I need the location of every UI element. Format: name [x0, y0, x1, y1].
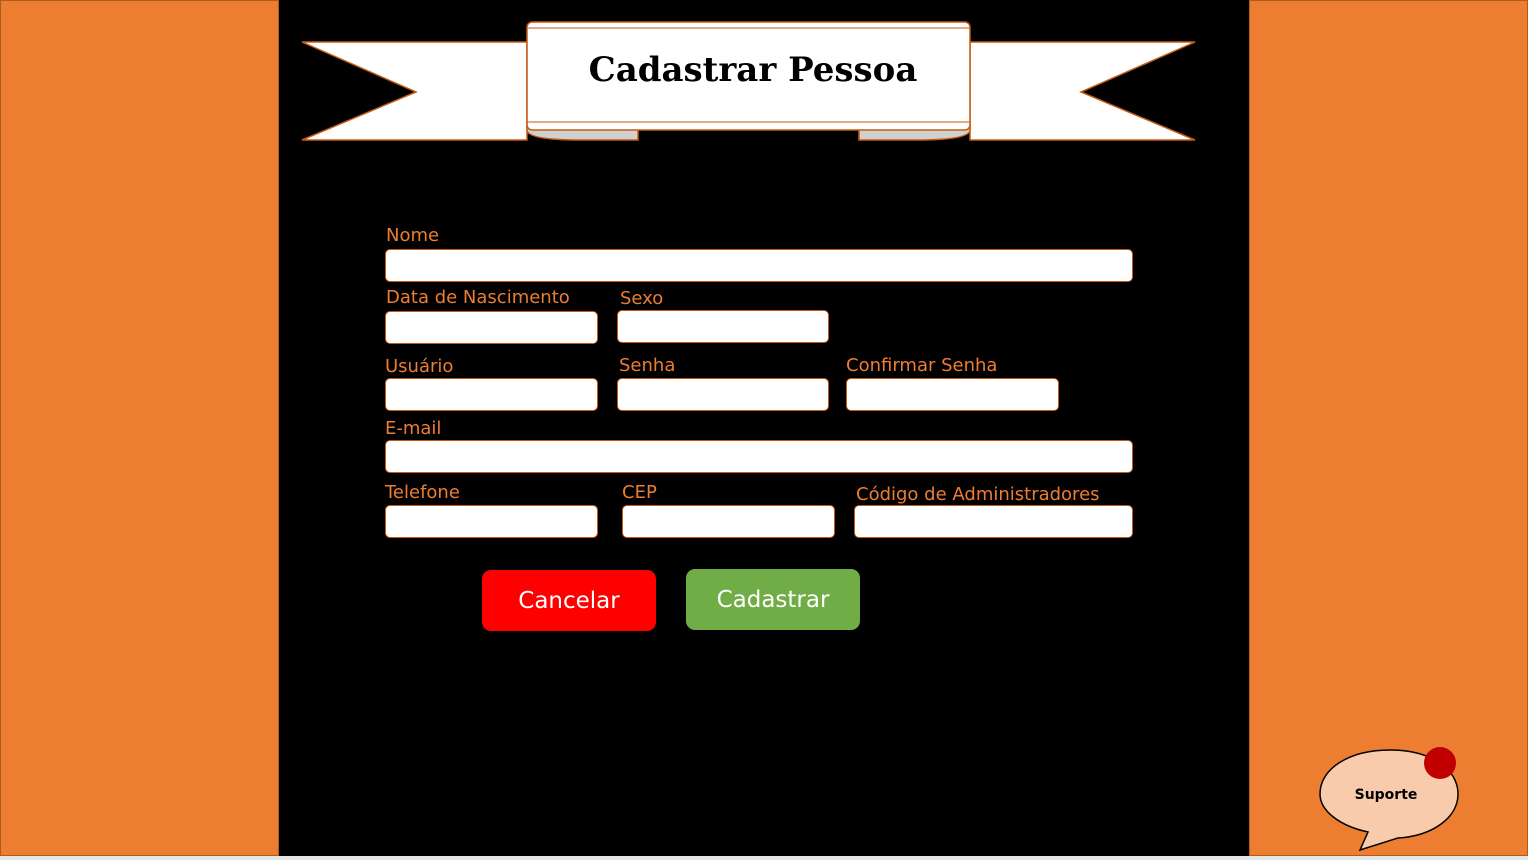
submit-button[interactable]: Cadastrar — [686, 569, 860, 630]
confirmar-senha-input[interactable] — [846, 378, 1059, 411]
confirmar-senha-label: Confirmar Senha — [846, 355, 998, 376]
left-side-panel — [0, 0, 279, 856]
data-nascimento-input[interactable] — [385, 311, 598, 344]
usuario-label: Usuário — [385, 356, 454, 377]
bottom-strip — [0, 856, 1528, 860]
senha-label: Senha — [619, 355, 676, 376]
telefone-label: Telefone — [385, 482, 460, 503]
right-side-panel — [1249, 0, 1528, 856]
cep-label: CEP — [622, 482, 657, 503]
codigo-admin-label: Código de Administradores — [856, 484, 1100, 505]
page-title: Cadastrar Pessoa — [588, 50, 918, 90]
cancel-button[interactable]: Cancelar — [482, 570, 656, 631]
telefone-input[interactable] — [385, 505, 598, 538]
cep-input[interactable] — [622, 505, 835, 538]
email-label: E-mail — [385, 418, 442, 439]
nome-label: Nome — [386, 225, 440, 246]
support-button[interactable] — [1318, 746, 1463, 854]
email-input[interactable] — [385, 440, 1133, 473]
sexo-label: Sexo — [620, 288, 664, 309]
codigo-admin-input[interactable] — [854, 505, 1133, 538]
data-nascimento-label: Data de Nascimento — [386, 287, 570, 308]
nome-input[interactable] — [385, 249, 1133, 282]
sexo-input[interactable] — [617, 310, 829, 343]
notification-dot-icon — [1424, 747, 1456, 779]
senha-input[interactable] — [617, 378, 829, 411]
usuario-input[interactable] — [385, 378, 598, 411]
